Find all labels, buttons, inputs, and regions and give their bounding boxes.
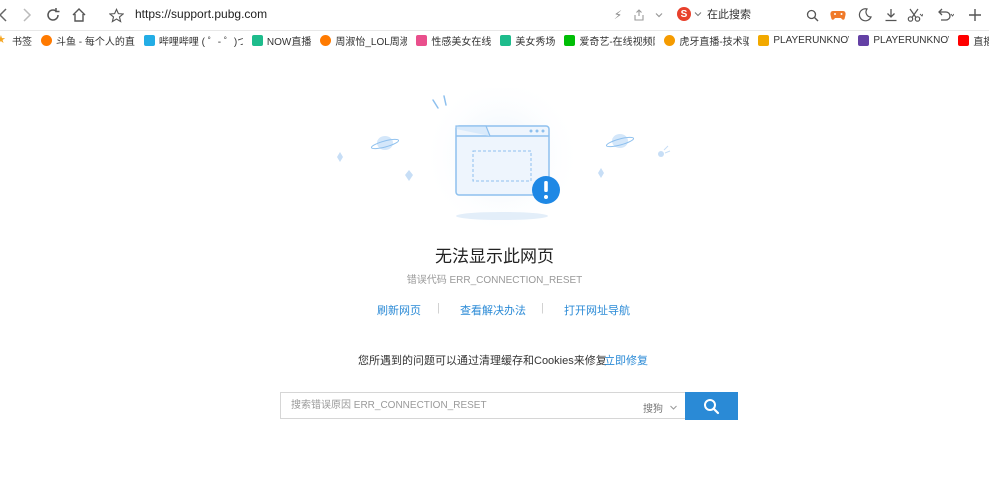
iqiyi-icon <box>564 35 576 46</box>
twitch-icon <box>858 35 870 46</box>
bookmark-label: 虎牙直播-技术驱 <box>679 37 750 48</box>
undo-icon[interactable] <box>936 6 954 24</box>
bookmark-label: PLAYERUNKNOW <box>773 35 850 46</box>
bookmark-item[interactable]: PLAYERUNKNOW <box>858 35 949 46</box>
bookmark-star-icon: ★ <box>0 34 6 46</box>
error-actions: 刷新网页 | 查看解决办法 | 打开网址导航 <box>0 302 989 318</box>
search-icon <box>704 398 720 414</box>
bookmark-label: 书签 <box>12 37 32 48</box>
bookmarks-bar: ★ 书签 斗鱼 - 每个人的直 哔哩哔哩 ( ゜- ゜)つ NOW直播 周淑怡_… <box>0 31 989 50</box>
bookmark-label: 斗鱼 - 每个人的直 <box>56 37 135 48</box>
chevron-down-icon[interactable] <box>650 6 668 24</box>
error-illustration <box>337 88 671 236</box>
error-title: 无法显示此网页 <box>435 247 554 266</box>
now-live-icon <box>251 35 263 46</box>
gamepad-icon[interactable] <box>829 6 847 24</box>
fix-now-link[interactable]: 立即修复 <box>604 352 648 368</box>
sogou-logo-icon: S <box>677 7 691 21</box>
pubg-icon <box>758 35 770 46</box>
bookmark-item[interactable]: 周淑怡_LOL周淑怡 <box>320 33 407 48</box>
bookmark-label: 周淑怡_LOL周淑怡 <box>335 37 408 48</box>
bookmark-item[interactable]: 虎牙直播-技术驱 <box>664 33 749 48</box>
view-solutions-link[interactable]: 查看解决办法 <box>460 302 526 318</box>
bookmark-label: 美女秀场 <box>515 37 556 48</box>
huya-icon <box>664 35 676 46</box>
error-search-box: 搜狗 <box>280 392 685 419</box>
bookmark-item[interactable]: 性感美女在线 <box>416 33 491 48</box>
bookmark-item[interactable]: 直播 - You <box>958 33 989 48</box>
home-icon[interactable] <box>70 6 88 24</box>
engine-chevron-icon <box>694 12 702 17</box>
divider: | <box>437 302 440 314</box>
search-icon[interactable] <box>803 6 821 24</box>
engine-select-label: 搜狗 <box>643 404 663 415</box>
bookmark-item[interactable]: ★ 书签 <box>0 33 32 49</box>
address-bar-url[interactable]: https://support.pubg.com <box>135 7 267 21</box>
download-icon[interactable] <box>882 6 900 24</box>
now-live-icon <box>500 35 512 46</box>
star-icon[interactable] <box>107 6 125 24</box>
scissors-icon[interactable] <box>906 6 924 24</box>
bookmark-item[interactable]: PLAYERUNKNOW <box>758 35 849 46</box>
bookmark-item[interactable]: 美女秀场 <box>500 33 555 48</box>
divider: | <box>541 302 544 314</box>
refresh-link[interactable]: 刷新网页 <box>377 302 421 318</box>
bookmark-label: NOW直播 <box>266 37 312 48</box>
search-engine-box[interactable]: S 在此搜索 <box>677 6 751 22</box>
plus-icon[interactable] <box>966 6 984 24</box>
bookmark-label: 性感美女在线 <box>431 37 492 48</box>
back-icon[interactable] <box>0 6 12 24</box>
error-search-input[interactable] <box>281 393 631 418</box>
douyu-icon <box>41 35 52 46</box>
bookmark-item[interactable]: NOW直播 <box>251 33 312 48</box>
bookmark-label: 哔哩哔哩 ( ゜- ゜)つ <box>158 37 243 48</box>
bookmark-item[interactable]: 斗鱼 - 每个人的直 <box>41 33 135 48</box>
youtube-icon <box>958 35 970 46</box>
douyu-icon <box>320 35 332 46</box>
chevron-down-icon <box>670 405 677 410</box>
cache-hint-text: 您所遇到的问题可以通过清理缓存和Cookies来修复 <box>358 355 607 367</box>
bookmark-item[interactable]: 爱奇艺-在线视频网 <box>564 33 655 48</box>
engine-select[interactable]: 搜狗 <box>643 400 678 415</box>
moon-icon[interactable] <box>856 6 874 24</box>
search-engine-label: 在此搜索 <box>707 9 751 21</box>
bookmark-item[interactable]: 哔哩哔哩 ( ゜- ゜)つ <box>143 33 243 48</box>
reload-icon[interactable] <box>44 6 62 24</box>
lightning-icon[interactable]: ⚡ <box>609 6 627 24</box>
open-navigation-link[interactable]: 打开网址导航 <box>564 302 630 318</box>
bookmark-label: 直播 - You <box>973 37 989 48</box>
bookmark-label: PLAYERUNKNOW <box>873 35 950 46</box>
bookmark-label: 爱奇艺-在线视频网 <box>579 37 656 48</box>
browser-toolbar: https://support.pubg.com ⚡ S 在此搜索 <box>0 0 989 31</box>
share-icon[interactable] <box>630 6 648 24</box>
forward-icon[interactable] <box>18 6 36 24</box>
bilibili-icon <box>143 35 155 46</box>
error-code: 错误代码 ERR_CONNECTION_RESET <box>406 275 583 286</box>
search-button[interactable] <box>685 392 738 420</box>
app-icon <box>416 35 428 46</box>
